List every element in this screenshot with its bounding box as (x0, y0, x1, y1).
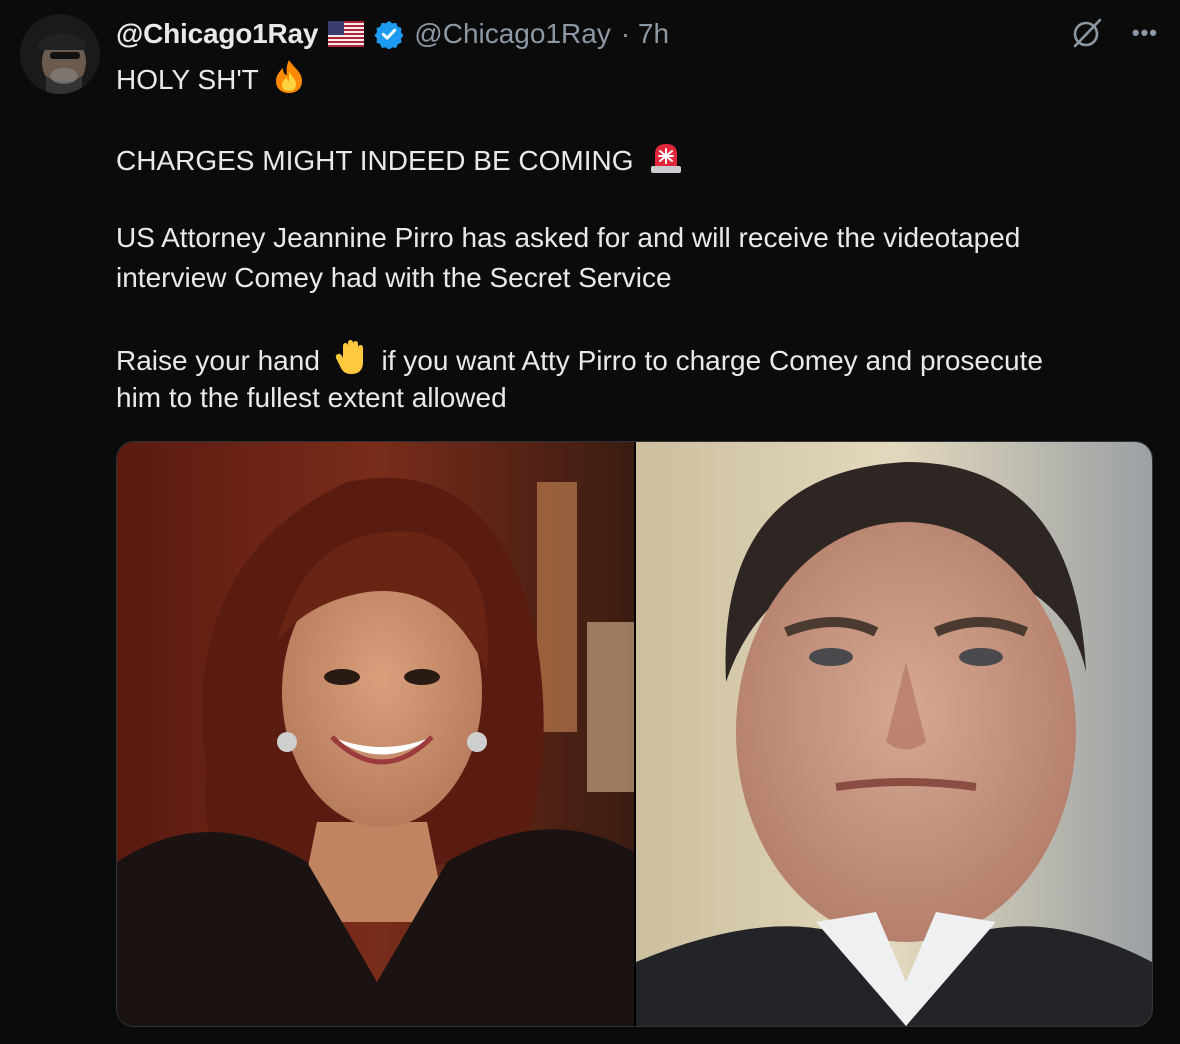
post-media[interactable] (116, 441, 1153, 1027)
post-text-line-4: interview Comey had with the Secret Serv… (116, 258, 672, 298)
us-flag-icon (328, 21, 365, 47)
post-text: if you want Atty Pirro to charge Comey a… (381, 344, 1043, 376)
post-text-line-1: HOLY SH'T (116, 58, 306, 105)
verified-badge-icon (374, 19, 404, 50)
post-text-line-2: CHARGES MIGHT INDEED BE COMING (116, 138, 685, 187)
post-text: US Attorney Jeannine Pirro has asked for… (116, 222, 1021, 253)
display-name[interactable]: @Chicago1Ray (116, 18, 318, 50)
post-text: interview Comey had with the Secret Serv… (116, 262, 672, 293)
grok-icon[interactable] (1070, 16, 1104, 50)
post-time[interactable]: · 7h (621, 18, 669, 50)
fire-emoji (272, 58, 306, 105)
post-text-line-3: US Attorney Jeannine Pirro has asked for… (116, 218, 1020, 258)
avatar[interactable] (20, 14, 100, 94)
post-text: Raise your hand (116, 344, 320, 376)
photo-woman-smiling[interactable] (117, 442, 634, 1026)
post-header: @Chicago1Ray @Chicago1Ray · 7h (116, 14, 669, 54)
more-options-icon[interactable]: ••• (1132, 20, 1158, 46)
post-text: CHARGES MIGHT INDEED BE COMING (116, 144, 634, 176)
post-text-line-6: him to the fullest extent allowed (116, 378, 507, 418)
post-text: him to the fullest extent allowed (116, 382, 507, 413)
post-actions-top: ••• (1070, 16, 1158, 50)
post-text: HOLY SH'T (116, 63, 259, 95)
handle[interactable]: @Chicago1Ray (414, 18, 611, 50)
rotating-light-emoji (647, 138, 685, 187)
photo-man-in-suit[interactable] (636, 442, 1152, 1026)
